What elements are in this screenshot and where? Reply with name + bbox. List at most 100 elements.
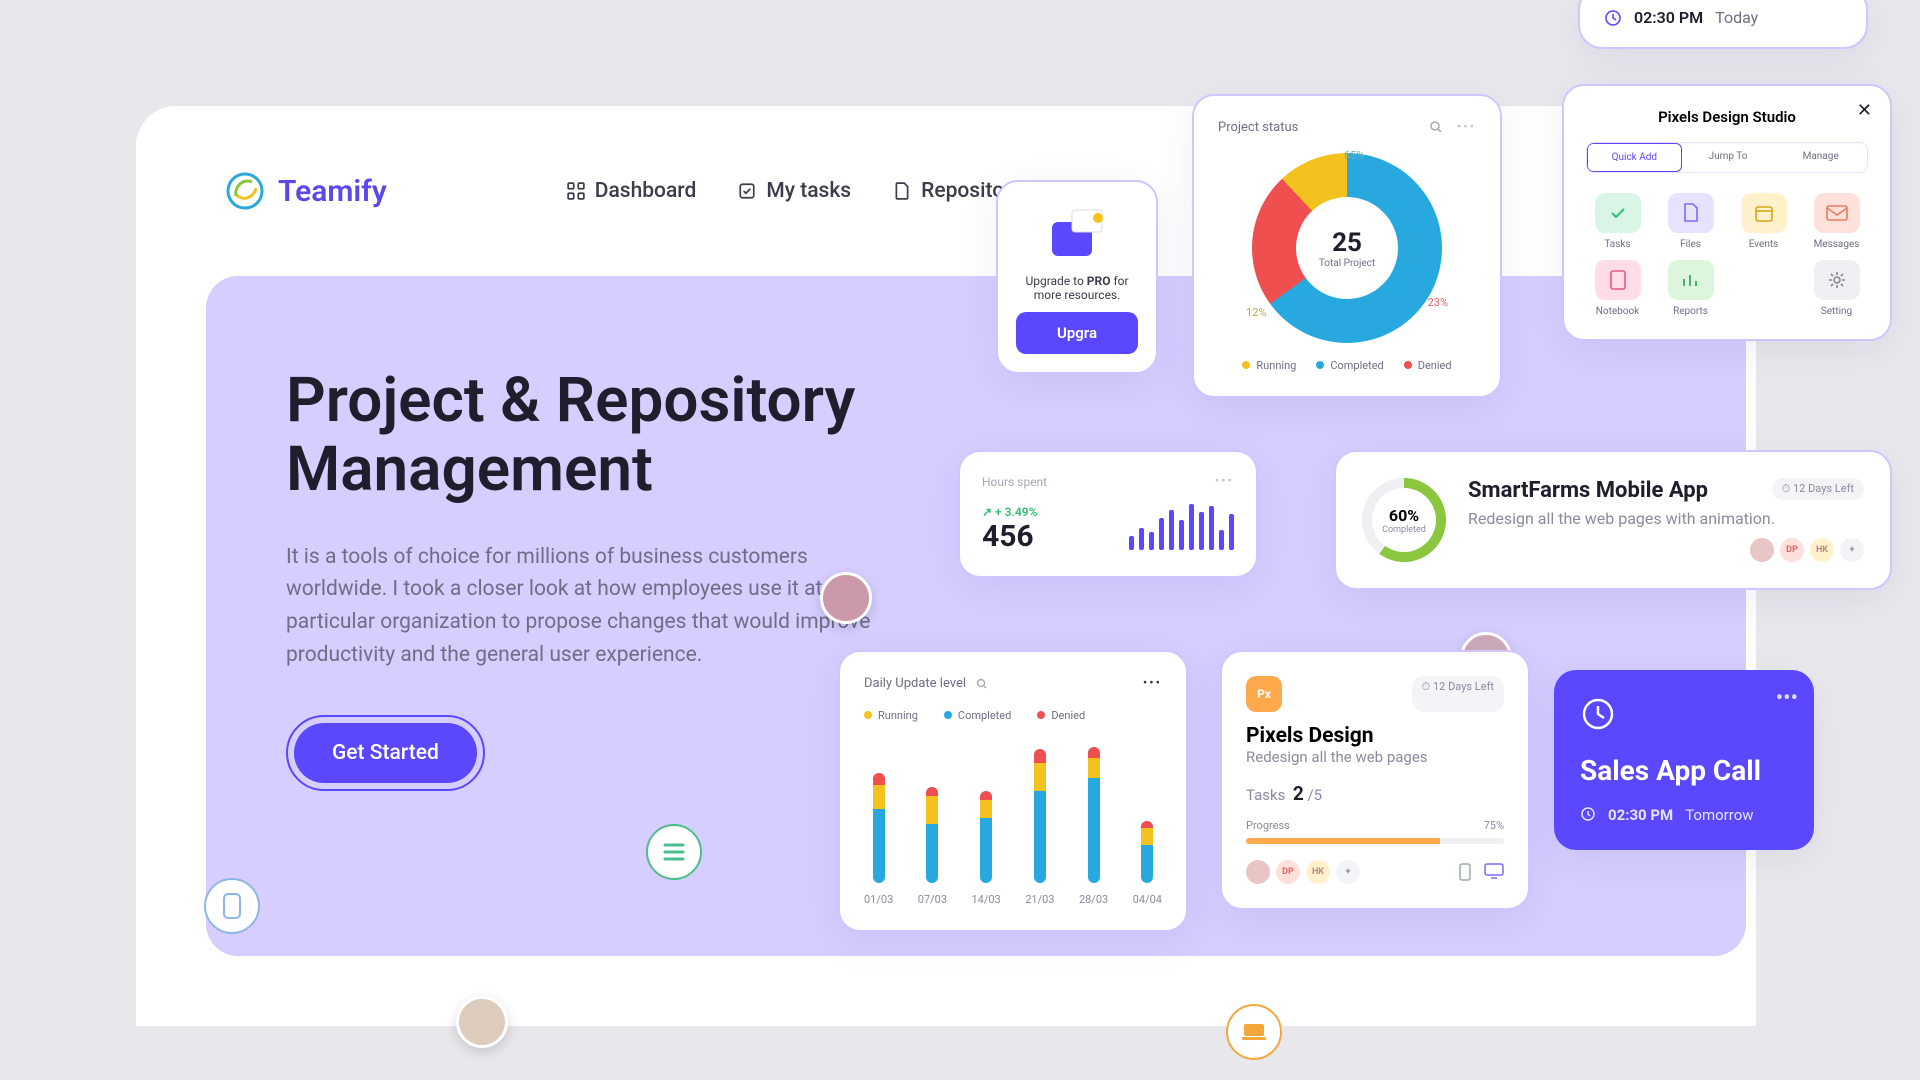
tile-messages[interactable]: Messages	[1805, 193, 1868, 250]
avatar-initials: HK	[1810, 538, 1834, 562]
tab-manage[interactable]: Manage	[1774, 143, 1867, 172]
avatar-initials: HK	[1306, 860, 1330, 884]
smartfarms-card: 60%Completed SmartFarms Mobile App ⏱ 12 D…	[1334, 450, 1892, 590]
calendar-icon	[1754, 203, 1774, 223]
main-nav: Dashboard My tasks Repository	[567, 179, 1022, 203]
file-icon	[1682, 203, 1700, 223]
upgrade-illustration	[1016, 200, 1138, 264]
phone-icon[interactable]	[1456, 863, 1474, 881]
brand-name: Teamify	[278, 174, 387, 209]
donut-label-left: 12%	[1246, 306, 1266, 319]
menu-icon	[663, 843, 685, 861]
pixels-project-card: Px⏱ 12 Days Left Pixels Design Redesign …	[1220, 650, 1530, 910]
schedule-time: 02:30 PM	[1634, 8, 1703, 27]
call-day: Tomorrow	[1685, 806, 1753, 824]
chart-icon	[1681, 271, 1701, 289]
add-avatar-button[interactable]: +	[1336, 860, 1360, 884]
add-avatar-button[interactable]: +	[1840, 538, 1864, 562]
donut-center-label: Total Project	[1319, 258, 1375, 269]
more-icon[interactable]: •••	[1215, 474, 1234, 489]
file-icon	[893, 182, 911, 200]
px-sub: Redesign all the web pages	[1246, 748, 1504, 766]
menu-ring-icon	[646, 824, 702, 880]
tile-events[interactable]: Events	[1732, 193, 1795, 250]
note-icon	[1609, 270, 1627, 290]
sf-title: SmartFarms Mobile App	[1468, 478, 1708, 503]
laptop-icon	[1241, 1022, 1267, 1042]
tab-quick-add[interactable]: Quick Add	[1587, 143, 1682, 172]
top-bar: Teamify Dashboard My tasks Repository	[136, 106, 1756, 276]
brand-logo-icon	[226, 172, 264, 210]
daily-legend: RunningCompletedDenied	[864, 709, 1162, 722]
schedule-mini-card: 02:30 PMToday	[1578, 0, 1868, 49]
ring-percent: 60%	[1389, 506, 1419, 525]
donut-label-right: 23%	[1428, 296, 1448, 309]
more-icon[interactable]: •••	[1457, 120, 1476, 135]
clock-icon	[1604, 9, 1622, 27]
hero-body: It is a tools of choice for millions of …	[286, 541, 906, 671]
get-started-button[interactable]: Get Started	[294, 723, 477, 783]
upgrade-card: Upgrade to PRO for more resources. Upgra	[996, 180, 1158, 374]
search-icon[interactable]	[976, 678, 988, 690]
avatar	[456, 996, 508, 1048]
avatar	[1246, 860, 1270, 884]
clock-icon	[1580, 806, 1596, 822]
daily-bars: 01/03 07/03 14/03 21/03 28/03 04/04	[864, 736, 1162, 906]
grid-icon	[567, 182, 585, 200]
gear-icon	[1827, 270, 1847, 290]
cta-ring: Get Started	[286, 715, 485, 791]
upgrade-button[interactable]: Upgra	[1016, 312, 1138, 354]
phone-ring-icon	[204, 878, 260, 934]
avatar	[820, 572, 872, 624]
donut-legend: RunningCompletedDenied	[1218, 359, 1476, 372]
donut-title: Project status	[1218, 120, 1298, 135]
search-icon[interactable]	[1429, 120, 1443, 134]
sales-call-card[interactable]: ••• Sales App Call 02:30 PM Tomorrow	[1554, 670, 1814, 850]
more-icon[interactable]: •••	[1776, 686, 1798, 711]
sf-avatars: DP HK +	[1468, 538, 1864, 562]
avatar-initials: DP	[1780, 538, 1804, 562]
hero-title: Project & Repository Management	[286, 366, 906, 505]
px-tasks: Tasks 2 /5	[1246, 782, 1504, 805]
hours-card: Hours spent••• ↗ + 3.49% 456	[958, 450, 1258, 578]
call-title: Sales App Call	[1580, 754, 1788, 788]
nav-dashboard-label: Dashboard	[595, 179, 697, 203]
tile-settings[interactable]: Setting	[1805, 260, 1868, 317]
laptop-ring-icon	[1226, 1004, 1282, 1060]
studio-title: Pixels Design Studio	[1586, 108, 1868, 126]
nav-mytasks[interactable]: My tasks	[738, 179, 851, 203]
studio-tabs: Quick Add Jump To Manage	[1586, 142, 1868, 173]
tile-notebook[interactable]: Notebook	[1586, 260, 1649, 317]
nav-dashboard[interactable]: Dashboard	[567, 179, 697, 203]
sf-sub: Redesign all the web pages with animatio…	[1468, 509, 1864, 528]
studio-tiles: Tasks Files Events Messages Notebook Rep…	[1586, 193, 1868, 317]
avatar	[1750, 538, 1774, 562]
call-time: 02:30 PM	[1608, 806, 1673, 824]
tile-tasks[interactable]: Tasks	[1586, 193, 1649, 250]
call-schedule: 02:30 PM Tomorrow	[1580, 806, 1788, 824]
ring-label: Completed	[1382, 525, 1426, 535]
desktop-icon[interactable]	[1484, 863, 1504, 879]
studio-panel: ✕ Pixels Design Studio Quick Add Jump To…	[1562, 84, 1892, 341]
px-avatars: DP HK +	[1246, 860, 1360, 884]
hours-label: Hours spent	[982, 475, 1047, 489]
donut-chart: 25Total Project 65% 12% 23%	[1252, 153, 1442, 343]
days-left-pill: ⏱ 12 Days Left	[1412, 676, 1504, 712]
donut-center-value: 25	[1332, 228, 1362, 258]
more-icon[interactable]: •••	[1143, 676, 1162, 691]
phone-icon	[222, 892, 242, 920]
donut-label-top: 65%	[1344, 149, 1364, 162]
tab-jump-to[interactable]: Jump To	[1682, 143, 1775, 172]
brand[interactable]: Teamify	[226, 172, 387, 210]
daily-update-card: Daily Update level••• RunningCompletedDe…	[838, 650, 1188, 932]
upgrade-text: Upgrade to PRO for more resources.	[1016, 274, 1138, 302]
project-status-card: Project status ••• 25Total Project 65% 12…	[1192, 94, 1502, 398]
check-icon	[1608, 203, 1628, 223]
progress-bar	[1246, 838, 1504, 844]
days-left-pill: ⏱ 12 Days Left	[1772, 478, 1864, 500]
clock-icon	[1580, 696, 1616, 732]
tile-files[interactable]: Files	[1659, 193, 1722, 250]
progress-ring: 60%Completed	[1362, 478, 1446, 562]
tile-reports[interactable]: Reports	[1659, 260, 1722, 317]
close-icon[interactable]: ✕	[1857, 100, 1872, 121]
